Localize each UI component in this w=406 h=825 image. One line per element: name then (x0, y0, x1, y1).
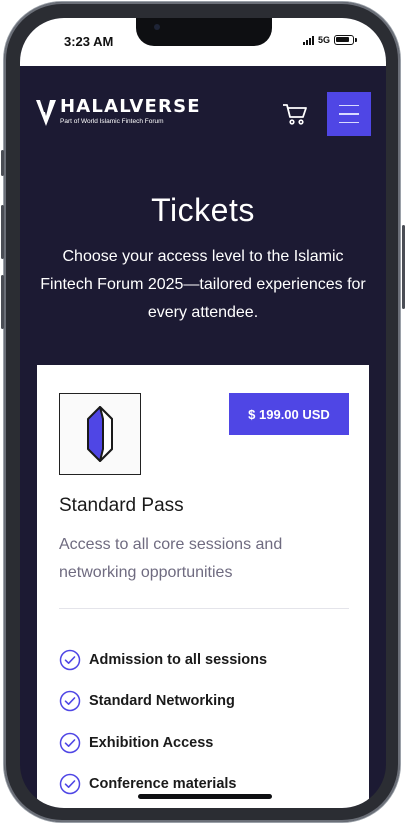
cart-icon[interactable] (282, 102, 308, 126)
logo-mark-icon (36, 100, 56, 126)
feature-label: Exhibition Access (89, 734, 214, 751)
side-button (1, 150, 4, 176)
divider (59, 608, 349, 609)
side-button (402, 225, 405, 309)
network-label: 5G (317, 35, 330, 45)
ticket-icon-box (59, 393, 141, 475)
check-circle-icon (59, 732, 81, 753)
ticket-name: Standard Pass (59, 495, 184, 516)
side-button (1, 275, 4, 329)
ticket-description: Access to all core sessions and networki… (59, 536, 283, 581)
logo[interactable]: HALALVERSE Part of World Islamic Fintech… (36, 98, 201, 127)
notch (136, 18, 272, 46)
page-description: Choose your access level to the Islamic … (40, 248, 366, 321)
check-circle-icon (59, 649, 81, 670)
logo-wordmark: HALALVERSE (60, 96, 201, 117)
feature-item: Admission to all sessions (59, 639, 267, 681)
price-badge: $ 199.00 USD (229, 393, 349, 435)
phone-screen: 3:23 AM 5G HALALVERSE Part of World Isla… (20, 18, 386, 808)
feature-list: Admission to all sessions Standard Netwo… (59, 639, 267, 805)
feature-label: Admission to all sessions (89, 651, 268, 668)
site-header: HALALVERSE Part of World Islamic Fintech… (20, 66, 386, 166)
home-indicator[interactable] (138, 794, 272, 799)
ticket-card: $ 199.00 USD Standard Pass Access to all… (37, 365, 369, 808)
battery-icon (334, 35, 357, 45)
crystal-icon (87, 406, 113, 462)
status-bar: 3:23 AM 5G (20, 18, 386, 66)
check-circle-icon (59, 774, 81, 795)
feature-item: Exhibition Access (59, 722, 267, 764)
logo-subtitle: Part of World Islamic Fintech Forum (60, 118, 164, 125)
hamburger-menu-icon[interactable] (327, 92, 371, 136)
feature-label: Conference materials (89, 776, 237, 793)
hero-section: Tickets Choose your access level to the … (20, 166, 386, 366)
page-title: Tickets (151, 192, 255, 228)
check-circle-icon (59, 691, 81, 712)
feature-item: Standard Networking (59, 681, 267, 723)
signal-icon (302, 35, 314, 45)
feature-label: Standard Networking (89, 693, 235, 710)
status-indicators: 5G (302, 35, 357, 45)
camera-icon (154, 24, 160, 30)
side-button (1, 205, 4, 259)
status-time: 3:23 AM (64, 34, 114, 49)
